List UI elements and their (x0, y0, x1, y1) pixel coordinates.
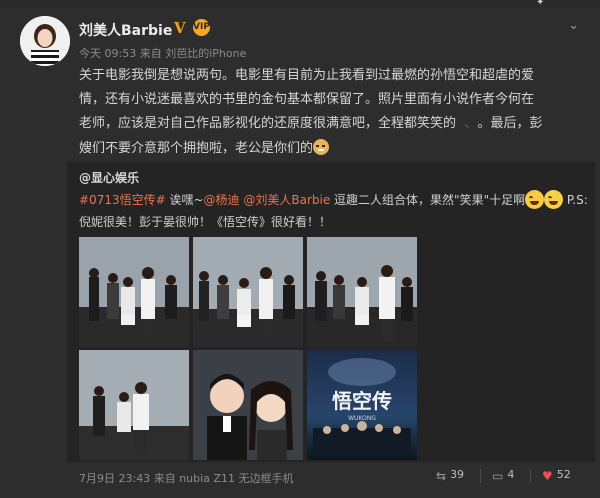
photo-thumbnail[interactable] (79, 350, 189, 460)
photo-thumbnail[interactable] (79, 237, 189, 347)
username[interactable]: 刘美人Barbie (79, 20, 172, 40)
repost-count-button[interactable]: ⇆ 39 (436, 468, 464, 483)
repost-text-segment: P.S: (563, 193, 588, 207)
photo-thumbnail[interactable] (193, 350, 303, 460)
repost-footer-meta: 7月9日 23:43 来自 nubia Z11 无边框手机 (79, 470, 293, 486)
like-count-button[interactable]: ♥ 52 (542, 468, 571, 483)
laugh-emoji-icon (525, 190, 545, 209)
post-text-line: 嫂们不要介意那个拥抱啦，老公是你们的 (79, 137, 584, 161)
mention-link[interactable]: @杨迪 (204, 193, 240, 207)
post-text-segment: 。最后，彭 (477, 116, 543, 131)
vip-badge-icon: VIP (193, 19, 210, 36)
repost-block[interactable]: @显心娱乐 #0713悟空传# 诶嘿~@杨迪 @刘美人Barbie 逗趣二人组合… (67, 162, 595, 462)
post-text-line: 老师，应该是对自己作品影视化的还原度很满意吧，全程都笑笑的 ⸜ 。最后，彭 (79, 112, 584, 137)
verified-icon: V (174, 19, 186, 37)
mention-link[interactable]: @刘美人Barbie (243, 193, 330, 207)
photo-thumbnail[interactable] (307, 237, 417, 347)
repost-text-line: 倪妮很美！彭于晏很帅！《悟空传》很好看！！ (79, 215, 332, 229)
divider (530, 469, 531, 483)
comment-count-button[interactable]: ▭ 4 (492, 468, 514, 483)
post-meta: 今天 09:53 来自 刘芭比的iPhone (79, 45, 246, 61)
post-text-segment: 老师，应该是对自己作品影视化的还原度很满意吧，全程都笑笑的 (79, 116, 457, 131)
repost-author[interactable]: @显心娱乐 (79, 169, 139, 186)
star-icon: ✦ (536, 0, 545, 8)
repost-icon: ⇆ (436, 469, 447, 483)
like-icon: ♥ (542, 469, 553, 483)
repost-text-line: #0713悟空传# 诶嘿~@杨迪 @刘美人Barbie 逗趣二人组合体，果然"笑… (79, 189, 589, 211)
repost-text-segment: 逗趣二人组合体，果然"笑果"十足啊 (330, 193, 526, 207)
repost-from-label: 来自 (153, 472, 176, 485)
chevron-down-icon[interactable]: ⌄ (568, 18, 579, 33)
topic-link[interactable]: #0713悟空传# (79, 193, 166, 207)
repost-device[interactable]: nubia Z11 无边框手机 (179, 472, 293, 485)
repost-time[interactable]: 7月9日 23:43 (79, 472, 150, 485)
top-strip: ✦ (0, 0, 600, 8)
post-text-line: 关于电影我倒是想说两句。电影里有目前为止我看到过最燃的孙悟空和超虐的爱 (79, 68, 535, 83)
divider (480, 469, 481, 483)
laugh-cry-emoji-icon (544, 190, 564, 209)
post-from-label: 来自 (139, 47, 162, 60)
weibo-post-card: ✦ 刘美人Barbie V VIP ⌄ 今天 09:53 来自 刘芭比的iPho… (0, 0, 600, 498)
comment-count: 4 (507, 468, 515, 481)
avatar[interactable] (20, 16, 70, 66)
repost-count: 39 (450, 468, 465, 481)
poster-title: 悟空传 (332, 389, 392, 413)
post-time[interactable]: 今天 09:53 (79, 47, 136, 60)
movie-poster[interactable]: 悟空传 WUKONG (307, 350, 417, 460)
post-source[interactable]: 刘芭比的iPhone (165, 47, 246, 60)
like-count: 52 (556, 468, 571, 481)
post-text: 关于电影我倒是想说两句。电影里有目前为止我看到过最燃的孙悟空和超虐的爱 情，还有… (79, 64, 584, 161)
post-text-line: 情，还有小说迷最喜欢的书里的金句基本都保留了。照片里面有小说作者今何在 (79, 92, 535, 107)
post-text-segment: 嫂们不要介意那个拥抱啦，老公是你们的 (79, 141, 314, 156)
smile-dot-icon: ⸜ (464, 119, 470, 130)
comment-icon: ▭ (492, 469, 504, 483)
photo-thumbnail[interactable] (193, 237, 303, 347)
doge-emoji-icon (313, 139, 330, 155)
repost-text: #0713悟空传# 诶嘿~@杨迪 @刘美人Barbie 逗趣二人组合体，果然"笑… (79, 189, 589, 233)
poster-subtitle: WUKONG (348, 415, 376, 422)
repost-text-segment: 诶嘿~ (165, 193, 204, 207)
